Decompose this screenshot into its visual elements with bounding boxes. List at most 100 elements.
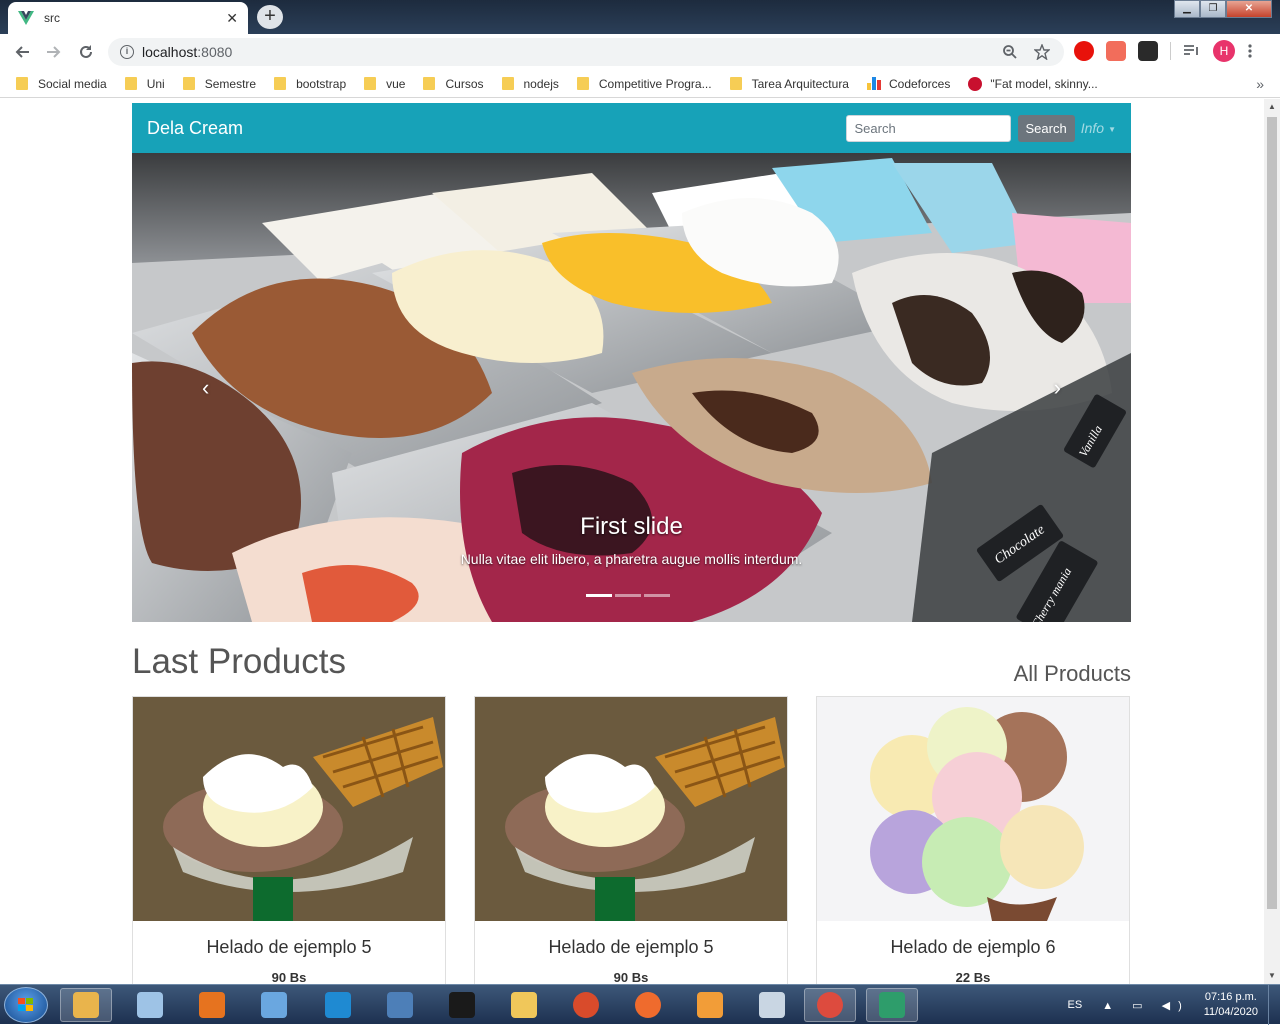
bookmark-label: Semestre: [204, 76, 257, 91]
carousel-indicator[interactable]: [644, 594, 670, 597]
bookmark-item[interactable]: nodejs: [501, 77, 559, 91]
ccleaner-icon: [573, 992, 599, 1018]
profile-avatar[interactable]: H: [1213, 40, 1235, 62]
forward-icon[interactable]: [38, 36, 70, 68]
bookmarks-bar: Social media Uni Semestre bootstrap vue Curso…: [0, 70, 1280, 98]
carousel-indicator[interactable]: [586, 594, 612, 597]
info-dropdown[interactable]: Info ▼: [1081, 120, 1116, 136]
product-price: 90 Bs: [271, 970, 307, 984]
browser-menu-icon[interactable]: [1247, 43, 1253, 59]
window-close-button[interactable]: ✕: [1226, 0, 1272, 18]
tab-close-icon[interactable]: ✕: [226, 10, 238, 27]
folder-icon: [501, 77, 514, 90]
shield-icon[interactable]: [1106, 41, 1126, 61]
microphone-icon: [199, 992, 225, 1018]
bookmark-item[interactable]: Cursos: [423, 77, 484, 91]
url-host: localhost: [142, 44, 198, 60]
product-price: 90 Bs: [613, 970, 649, 984]
hero-carousel[interactable]: Chocolate Cherry mania Vanilla ‹ › First…: [132, 153, 1131, 622]
bookmark-item[interactable]: Competitive Progra...: [576, 76, 712, 91]
taskbar-app-vscode[interactable]: [312, 988, 364, 1022]
extensions-area: H: [1074, 40, 1253, 62]
page-scrollbar[interactable]: ▲ ▼: [1264, 99, 1280, 984]
crown-icon[interactable]: [1138, 41, 1158, 61]
caret-down-icon: ▼: [1108, 124, 1116, 134]
bookmark-label: "Fat model, skinny...: [990, 76, 1098, 91]
start-button[interactable]: [4, 987, 48, 1023]
product-image: [133, 697, 445, 921]
carousel-caption-title: First slide: [580, 513, 683, 540]
carousel-prev-icon[interactable]: ‹: [202, 375, 209, 401]
media-control-icon[interactable]: [1183, 43, 1201, 59]
new-tab-button[interactable]: +: [257, 5, 283, 29]
language-indicator[interactable]: ES: [1068, 999, 1083, 1011]
tab-title: src: [44, 11, 60, 25]
taskbar-app-file-explorer[interactable]: [498, 988, 550, 1022]
carousel-caption-text: Nulla vitae elit libero, a pharetra augu…: [460, 551, 803, 567]
taskbar-app-postgres[interactable]: [374, 988, 426, 1022]
product-card[interactable]: Helado de ejemplo 5 90 Bs: [474, 696, 788, 984]
bookmark-item[interactable]: "Fat model, skinny...: [968, 76, 1098, 91]
adblock-icon[interactable]: [1074, 41, 1094, 61]
scroll-down-icon[interactable]: ▼: [1264, 968, 1280, 984]
taskbar-app-sublime[interactable]: [684, 988, 736, 1022]
address-bar[interactable]: i localhost:8080: [108, 38, 1064, 66]
taskbar-app-postman[interactable]: [622, 988, 674, 1022]
vue-icon: [18, 11, 34, 25]
bookmark-item[interactable]: Codeforces: [866, 76, 951, 91]
taskbar-app-gitkraken[interactable]: [866, 988, 918, 1022]
taskbar-app-virtualbox-cube[interactable]: [124, 988, 176, 1022]
gitkraken-icon: [879, 992, 905, 1018]
taskbar-app-ccleaner[interactable]: [560, 988, 612, 1022]
minimize-button[interactable]: ▁: [1174, 0, 1200, 18]
taskbar-app-cube-app[interactable]: [746, 988, 798, 1022]
search-input[interactable]: [845, 114, 1011, 142]
bookmark-star-icon[interactable]: [1034, 44, 1050, 60]
scrollbar-thumb[interactable]: [1267, 117, 1277, 909]
postman-icon: [635, 992, 661, 1018]
bookmark-label: Codeforces: [888, 76, 951, 91]
windows-taskbar: ES ▲ ▭ ◀) 07:16 p.m. 11/04/2020: [0, 984, 1280, 1025]
folder-icon: [576, 77, 589, 90]
bookmark-item[interactable]: Semestre: [182, 76, 257, 91]
carousel-indicators: [586, 594, 670, 597]
scroll-up-icon[interactable]: ▲: [1264, 99, 1280, 115]
taskbar-app-chrome[interactable]: [804, 988, 856, 1022]
product-image: [817, 697, 1129, 921]
taskbar-app-paint[interactable]: [60, 988, 112, 1022]
bookmark-item[interactable]: Uni: [124, 77, 165, 91]
clock[interactable]: 07:16 p.m. 11/04/2020: [1204, 990, 1258, 1020]
system-tray: ES ▲ ▭ ◀) 07:16 p.m. 11/04/2020: [1068, 985, 1264, 1025]
product-card[interactable]: Helado de ejemplo 6 22 Bs: [816, 696, 1130, 984]
browser-tab[interactable]: src ✕: [8, 2, 248, 34]
site-info-icon[interactable]: i: [120, 45, 134, 59]
taskbar-app-box[interactable]: [248, 988, 300, 1022]
bookmark-item[interactable]: Social media: [16, 77, 107, 91]
bookmark-label: Competitive Progra...: [598, 76, 712, 91]
back-icon[interactable]: [6, 36, 38, 68]
folder-icon: [729, 77, 742, 90]
taskbar-app-microphone[interactable]: [186, 988, 238, 1022]
box-icon: [261, 992, 287, 1018]
bookmark-label: vue: [386, 76, 406, 91]
taskbar-app-terminal[interactable]: [436, 988, 488, 1022]
clock-date: 11/04/2020: [1203, 1006, 1258, 1018]
maximize-button[interactable]: ❐: [1200, 0, 1226, 18]
file-explorer-icon: [511, 992, 537, 1018]
bookmarks-overflow-icon[interactable]: »: [1256, 76, 1264, 92]
all-products-link[interactable]: All Products: [1014, 661, 1131, 687]
carousel-indicator[interactable]: [615, 594, 641, 597]
folder-icon: [16, 77, 28, 90]
carousel-next-icon[interactable]: ›: [1054, 375, 1061, 401]
tray-icons[interactable]: ▲ ▭ ◀): [1102, 999, 1190, 1012]
zoom-icon[interactable]: [1002, 44, 1018, 60]
show-desktop-button[interactable]: [1268, 985, 1280, 1025]
bookmark-item[interactable]: vue: [364, 77, 405, 91]
brand-logo[interactable]: Dela Cream: [147, 118, 846, 139]
product-card[interactable]: Helado de ejemplo 5 90 Bs: [132, 696, 446, 984]
bookmark-item[interactable]: Tarea Arquitectura: [729, 77, 849, 91]
reload-icon[interactable]: [70, 36, 102, 68]
bookmark-item[interactable]: bootstrap: [274, 77, 346, 91]
vscode-icon: [325, 992, 351, 1018]
search-button[interactable]: Search: [1017, 114, 1075, 142]
